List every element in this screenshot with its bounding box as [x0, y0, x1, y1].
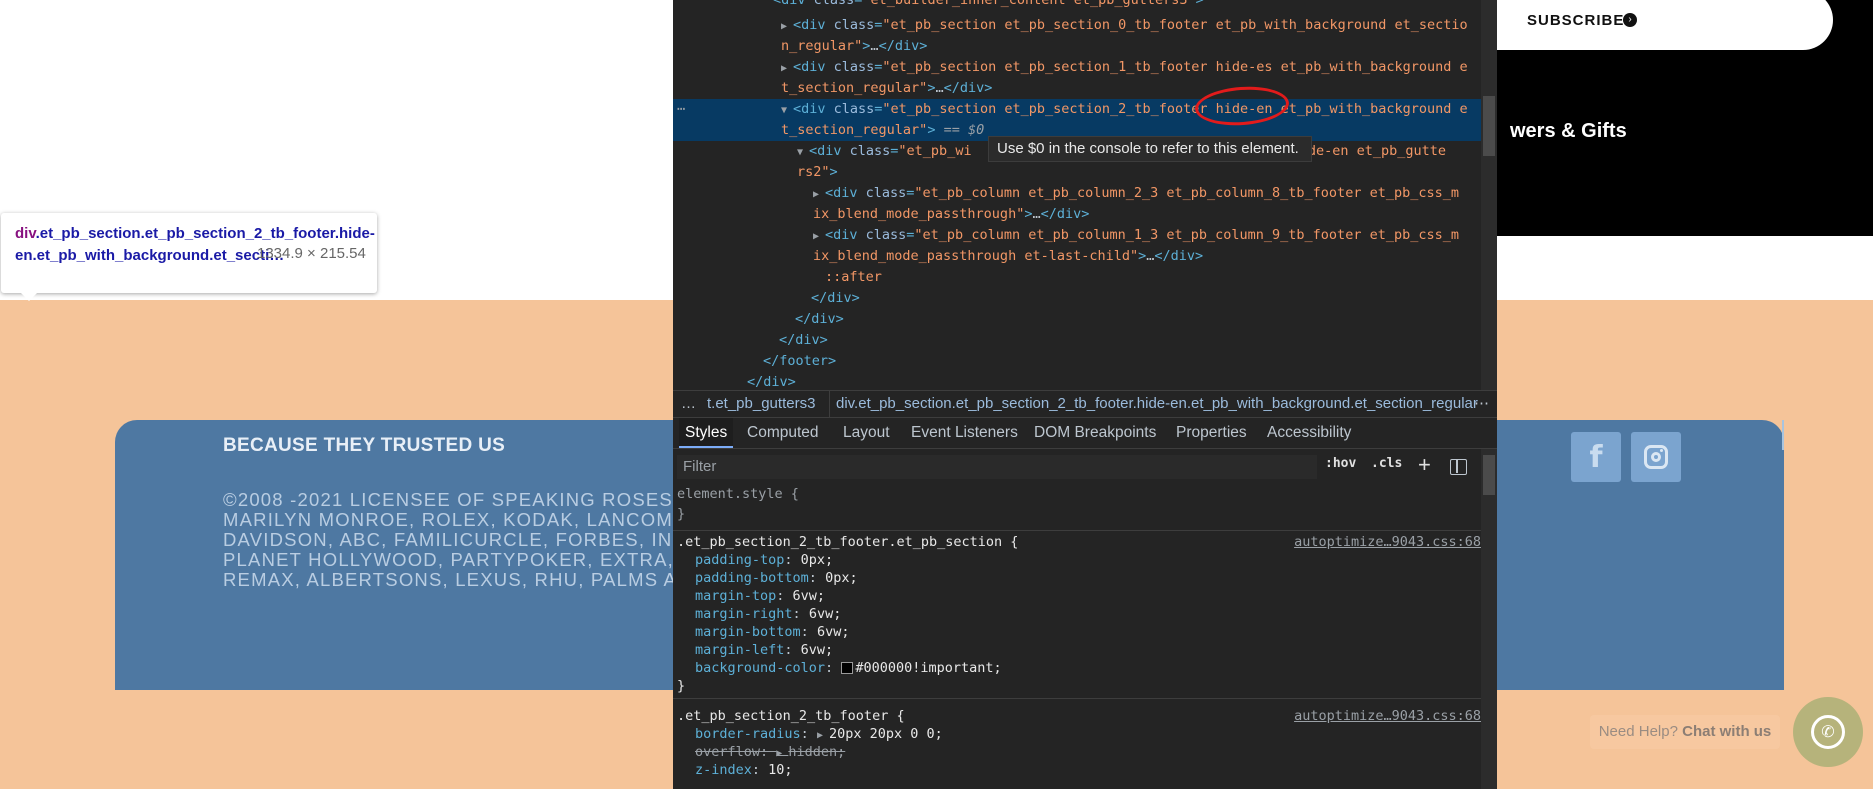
element-style-selector: element.style { [677, 486, 799, 502]
scrollbar-thumb[interactable] [1483, 96, 1495, 156]
dom-node[interactable]: </div> [779, 330, 828, 351]
rule-selector: .et_pb_section_2_tb_footer { [677, 708, 905, 724]
toggle-sidebar-icon[interactable] [1450, 459, 1467, 475]
scrollbar-thumb[interactable] [1483, 455, 1495, 495]
dom-node-cont: ix_blend_mode_passthrough et-last-child"… [813, 248, 1204, 264]
color-swatch[interactable] [841, 662, 854, 674]
footer-line: DAVIDSON, ABC, FAMILICURCLE, FORBES, INC… [223, 529, 683, 550]
dom-node[interactable]: ▶ <div class="et_pb_section et_pb_section… [781, 15, 1468, 36]
dom-node[interactable]: ▶ <div class="et_pb_column et_pb_column_1… [813, 225, 1459, 246]
breadcrumb-item-current[interactable]: div.et_pb_section.et_pb_section_2_tb_foo… [829, 391, 1478, 417]
inspect-element-tooltip: div.et_pb_section.et_pb_section_2_tb_foo… [1, 213, 377, 301]
tab-event-listeners[interactable]: Event Listeners [911, 418, 1018, 448]
dom-node[interactable]: ▶ <div class="et_pb_section et_pb_section… [781, 57, 1468, 78]
cls-toggle[interactable]: .cls [1371, 456, 1402, 471]
css-declaration[interactable]: border-radius: ▶ 20px 20px 0 0; [695, 726, 943, 742]
breadcrumb-more[interactable]: ⋯ [1474, 391, 1489, 417]
dom-node[interactable]: </footer> [763, 351, 836, 372]
footer-edge [1782, 420, 1784, 450]
footer-line: MARILYN MONROE, ROLEX, KODAK, LANCOME, [223, 509, 683, 530]
dom-node[interactable]: <div class="et_builder_inner_content et_… [773, 0, 1204, 11]
tab-layout[interactable]: Layout [843, 418, 890, 448]
rule-selector: .et_pb_section_2_tb_footer.et_pb_section… [677, 534, 1019, 550]
dom-node[interactable]: </div> [811, 288, 860, 309]
new-rule-icon[interactable]: + [1418, 452, 1431, 478]
breadcrumb-more[interactable]: … [681, 391, 696, 417]
css-declaration-overridden[interactable]: overflow: ▶ hidden; [695, 744, 845, 760]
dom-node[interactable]: ▶ <div class="et_pb_column et_pb_column_2… [813, 183, 1459, 204]
element-style-rule[interactable]: element.style { } [673, 486, 1481, 526]
css-declaration[interactable]: padding-top: 0px; [695, 552, 833, 568]
console-ref-tooltip: Use $0 in the console to refer to this e… [988, 136, 1312, 162]
css-declaration[interactable]: margin-left: 6vw; [695, 642, 833, 658]
dom-node-cont: n_regular">…</div> [781, 38, 928, 54]
elements-tree[interactable]: <div class="et_builder_inner_content et_… [673, 0, 1481, 390]
tooltip-element-name: div.et_pb_section.et_pb_section_2_tb_foo… [15, 225, 375, 264]
footer-line: ©2008 -2021 LICENSEE OF SPEAKING ROSES C… [223, 490, 683, 510]
subscribe-label[interactable]: SUBSCRIBE [1527, 12, 1624, 29]
subscribe-button[interactable] [1468, 0, 1833, 50]
facebook-icon[interactable]: f [1571, 432, 1621, 482]
tab-accessibility[interactable]: Accessibility [1267, 418, 1351, 448]
styles-pane: element.style { } .et_pb_section_2_tb_fo… [673, 486, 1481, 789]
styles-filter-row: Filter :hov .cls + [673, 452, 1481, 484]
instagram-glyph [1644, 445, 1668, 469]
tab-computed[interactable]: Computed [747, 418, 819, 448]
dom-node-selected[interactable]: ⋯ ▼ <div class="et_pb_section et_pb_secti… [673, 99, 1481, 120]
footer-line: REMAX, ALBERTSONS, LEXUS, RHU, PALMS ALL [223, 569, 683, 590]
tooltip-element-size: 1334.9 × 215.54 [257, 245, 366, 262]
css-declaration[interactable]: z-index: 10; [695, 762, 793, 778]
footer-line: PLANET HOLLYWOOD, PARTYPOKER, EXTRA, G [223, 549, 683, 570]
css-declaration[interactable]: margin-bottom: 6vw; [695, 624, 849, 640]
newsletter-heading: wers & Gifts [1510, 120, 1627, 142]
arrow-right-icon: › [1623, 13, 1637, 27]
filter-input[interactable]: Filter [677, 455, 1317, 479]
css-declaration[interactable]: margin-top: 6vw; [695, 588, 825, 604]
dom-node[interactable]: ::after [825, 267, 882, 288]
whatsapp-button[interactable]: ✆ [1793, 697, 1863, 767]
breadcrumb: … t.et_pb_gutters3 div.et_pb_section.et_… [673, 390, 1497, 418]
rule-source-link[interactable]: autoptimize…9043.css:68 [1294, 708, 1481, 724]
dom-node-cont: ix_blend_mode_passthrough">…</div> [813, 206, 1090, 222]
chat-with-us-text: Chat with us [1682, 723, 1772, 740]
footer-body: ©2008 -2021 LICENSEE OF SPEAKING ROSES C… [223, 490, 683, 590]
facebook-glyph: f [1589, 439, 1603, 475]
devtools-panel: <div class="et_builder_inner_content et_… [673, 0, 1497, 789]
whatsapp-icon: ✆ [1811, 715, 1845, 749]
instagram-icon[interactable] [1631, 432, 1681, 482]
dom-node-cont: rs2"> [797, 164, 838, 180]
dom-node[interactable]: </div> [747, 372, 796, 390]
rule-source-link[interactable]: autoptimize…9043.css:68 [1294, 534, 1481, 550]
breadcrumb-item[interactable]: t.et_pb_gutters3 [707, 391, 815, 417]
css-declaration[interactable]: padding-bottom: 0px; [695, 570, 858, 586]
dom-node-cont: t_section_regular">…</div> [781, 80, 993, 96]
dom-node[interactable]: </div> [795, 309, 844, 330]
hov-toggle[interactable]: :hov [1325, 456, 1356, 471]
tab-properties[interactable]: Properties [1176, 418, 1247, 448]
css-declaration[interactable]: margin-right: 6vw; [695, 606, 841, 622]
help-text: Need Help? [1598, 723, 1678, 740]
styles-tabs: Styles Computed Layout Event Listeners D… [673, 418, 1497, 449]
chat-help-bubble[interactable]: Need Help? Chat with us [1590, 715, 1780, 749]
css-declaration[interactable]: background-color: #000000!important; [695, 660, 1002, 676]
footer-heading: BECAUSE THEY TRUSTED US [223, 435, 506, 456]
tab-styles[interactable]: Styles [679, 418, 734, 448]
tab-dom-breakpoints[interactable]: DOM Breakpoints [1034, 418, 1156, 448]
